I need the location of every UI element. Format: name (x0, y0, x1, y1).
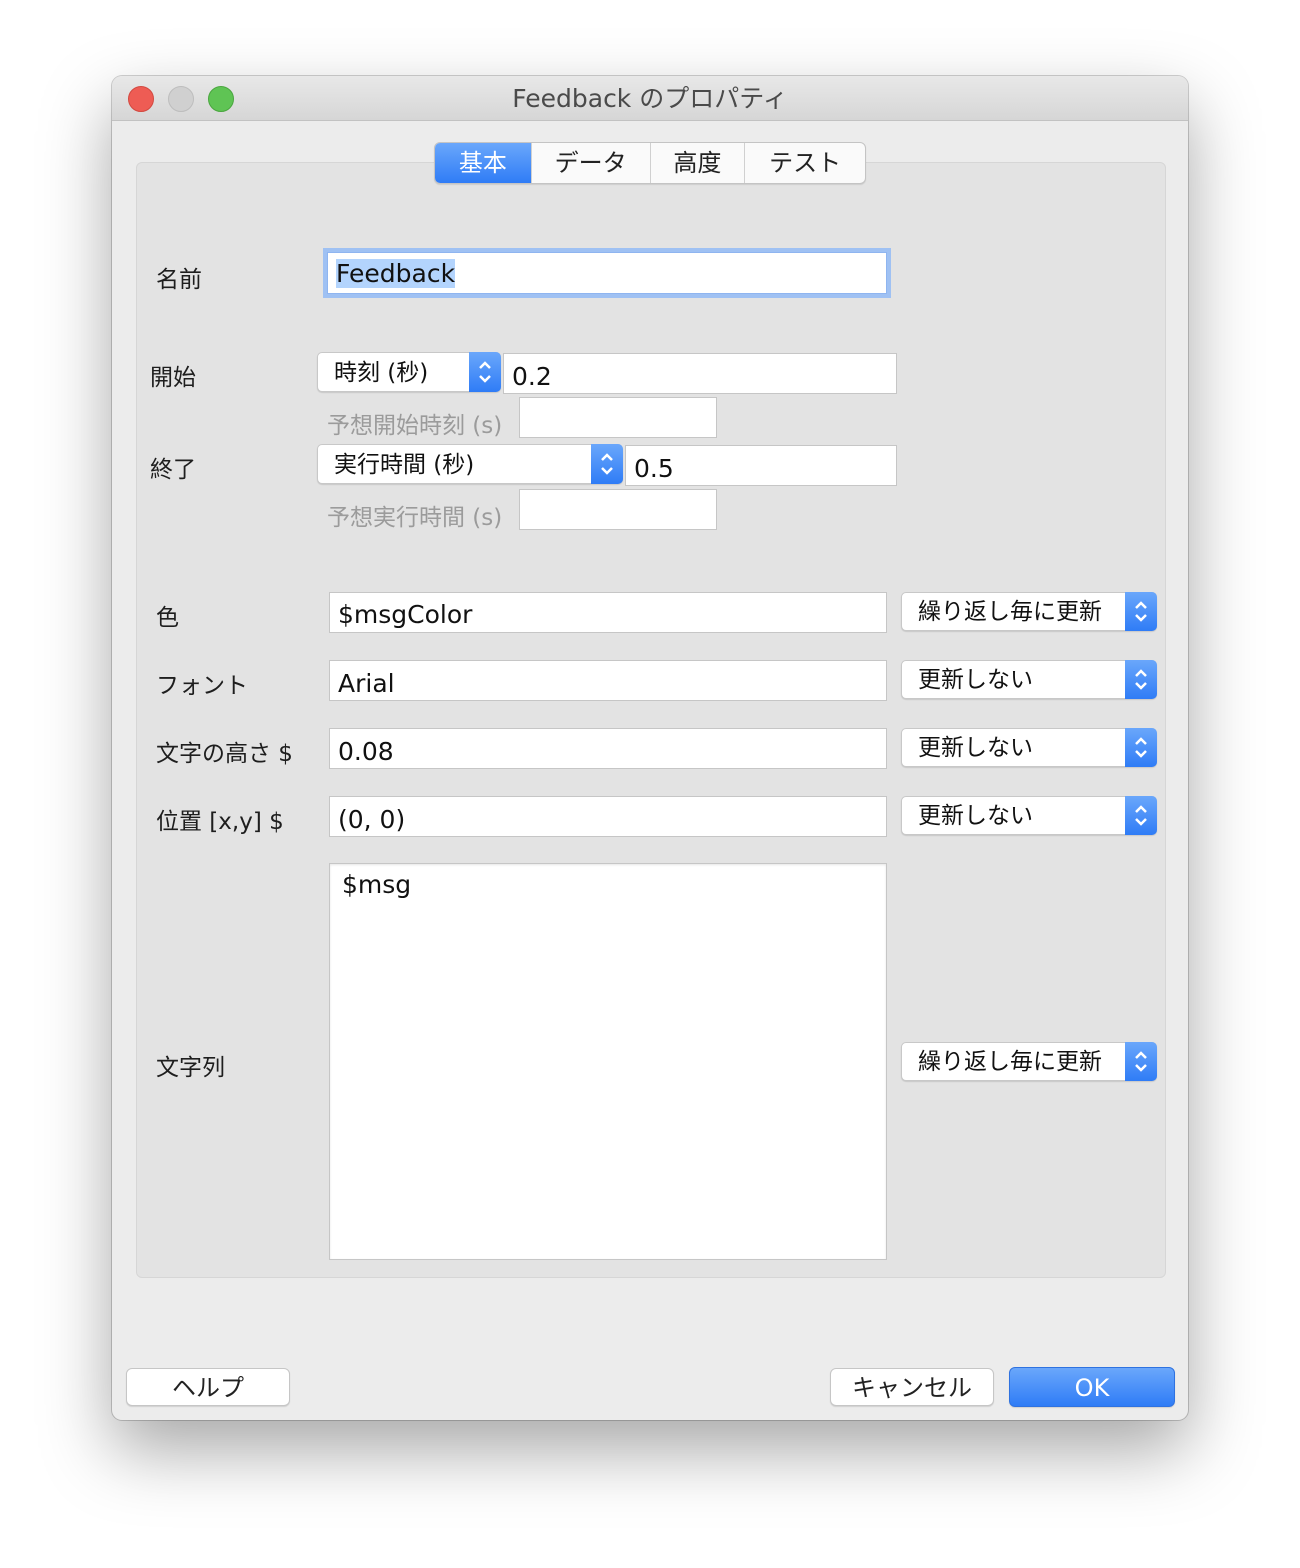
chevron-updown-icon (1125, 1042, 1157, 1081)
letter-height-label: 文字の高さ $ (156, 741, 293, 767)
name-label: 名前 (156, 267, 202, 293)
start-type-dropdown[interactable]: 時刻 (秒) (317, 352, 501, 392)
cancel-button[interactable]: キャンセル (830, 1368, 994, 1406)
properties-dialog: Feedback のプロパティ 基本 データ 高度 テスト 名前 Feedbac… (112, 76, 1188, 1420)
stop-type-dropdown[interactable]: 実行時間 (秒) (317, 444, 623, 484)
color-update-dropdown[interactable]: 繰り返し毎に更新 (901, 592, 1157, 631)
text-update-dropdown[interactable]: 繰り返し毎に更新 (901, 1042, 1157, 1081)
position-field[interactable]: (0, 0) (329, 796, 887, 837)
name-value: Feedback (336, 259, 456, 288)
letter-height-update-value: 更新しない (918, 735, 1033, 761)
stop-label: 終了 (150, 457, 196, 483)
ok-button[interactable]: OK (1009, 1367, 1175, 1407)
text-label: 文字列 (156, 1055, 225, 1081)
expected-duration-label: 予想実行時間 (s) (327, 505, 503, 531)
help-button[interactable]: ヘルプ (126, 1368, 290, 1406)
tab-data[interactable]: データ (530, 143, 650, 183)
color-label: 色 (156, 605, 179, 631)
title-bar: Feedback のプロパティ (112, 76, 1188, 121)
expected-start-label: 予想開始時刻 (s) (327, 413, 503, 439)
chevron-updown-icon (469, 352, 501, 392)
name-field[interactable]: Feedback (327, 252, 887, 294)
start-label: 開始 (150, 365, 196, 391)
color-field[interactable]: $msgColor (329, 592, 887, 633)
tab-test[interactable]: テスト (744, 143, 865, 183)
chevron-updown-icon (1125, 796, 1157, 835)
chevron-updown-icon (1125, 592, 1157, 631)
stop-value-field[interactable]: 0.5 (625, 445, 897, 486)
tab-bar: 基本 データ 高度 テスト (434, 142, 866, 184)
window-title: Feedback のプロパティ (512, 84, 788, 113)
tab-basic[interactable]: 基本 (435, 143, 531, 183)
tab-advanced[interactable]: 高度 (649, 143, 745, 183)
position-label: 位置 [x,y] $ (156, 809, 284, 835)
start-type-value: 時刻 (秒) (334, 360, 429, 386)
font-update-value: 更新しない (918, 667, 1033, 693)
stop-type-value: 実行時間 (秒) (334, 452, 475, 478)
chevron-updown-icon (1125, 728, 1157, 767)
font-label: フォント (156, 673, 248, 699)
position-update-dropdown[interactable]: 更新しない (901, 796, 1157, 835)
color-update-value: 繰り返し毎に更新 (918, 599, 1102, 625)
position-update-value: 更新しない (918, 803, 1033, 829)
start-value-field[interactable]: 0.2 (503, 353, 897, 394)
text-update-value: 繰り返し毎に更新 (918, 1049, 1102, 1075)
chevron-updown-icon (1125, 660, 1157, 699)
letter-height-field[interactable]: 0.08 (329, 728, 887, 769)
expected-start-field[interactable] (519, 397, 717, 438)
text-area[interactable]: $msg (329, 863, 887, 1260)
chevron-updown-icon (591, 444, 623, 484)
expected-duration-field[interactable] (519, 489, 717, 530)
font-update-dropdown[interactable]: 更新しない (901, 660, 1157, 699)
letter-height-update-dropdown[interactable]: 更新しない (901, 728, 1157, 767)
font-field[interactable]: Arial (329, 660, 887, 701)
